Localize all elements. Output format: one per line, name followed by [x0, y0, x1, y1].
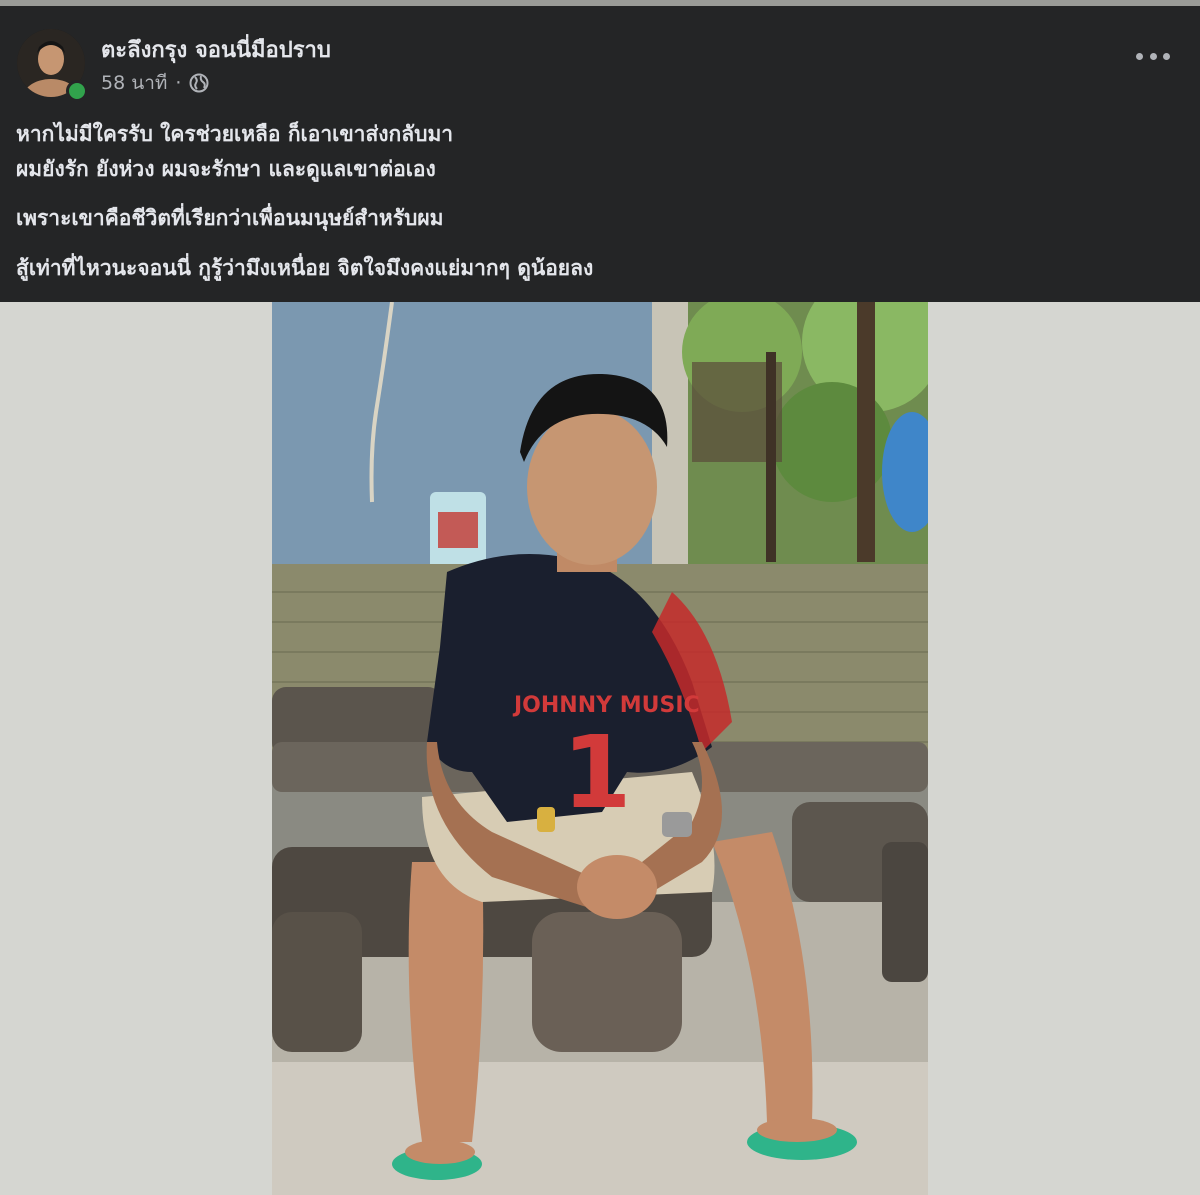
- online-status-indicator: [66, 80, 88, 102]
- more-horizontal-icon[interactable]: [1136, 46, 1170, 66]
- post-time[interactable]: 58 นาที: [101, 68, 167, 98]
- more-dot: [1149, 52, 1157, 60]
- more-dot: [1136, 52, 1143, 60]
- post-text-line-2: ผมยังรัก ยังห่วง ผมจะรักษา และดูแลเขาต่อ…: [16, 157, 436, 181]
- globe-icon[interactable]: [189, 73, 209, 93]
- meta-separator: ·: [175, 72, 182, 94]
- post-text-line-4: สู้เท่าที่ไหวนะจอนนี่ กูรู้ว่ามึงเหนื่อย…: [16, 256, 594, 280]
- post-meta: 58 นาที ·: [101, 68, 209, 98]
- more-dot: [1163, 52, 1170, 60]
- post-header: ตะลึงกรุง จอนนี่มือปราบ 58 นาที · หากไม่…: [0, 6, 1200, 302]
- post-photo[interactable]: JOHNNY MUSIC 1: [272, 302, 928, 1195]
- author-name[interactable]: ตะลึงกรุง จอนนี่มือปราบ: [101, 32, 331, 67]
- post-text-line-3: เพราะเขาคือชีวิตที่เรียกว่าเพื่อนมนุษย์ส…: [16, 206, 444, 230]
- shirt-number: 1: [562, 714, 632, 831]
- post-text-line-1: หากไม่มีใครรับ ใครช่วยเหลือ ก็เอาเขาส่งก…: [16, 122, 454, 146]
